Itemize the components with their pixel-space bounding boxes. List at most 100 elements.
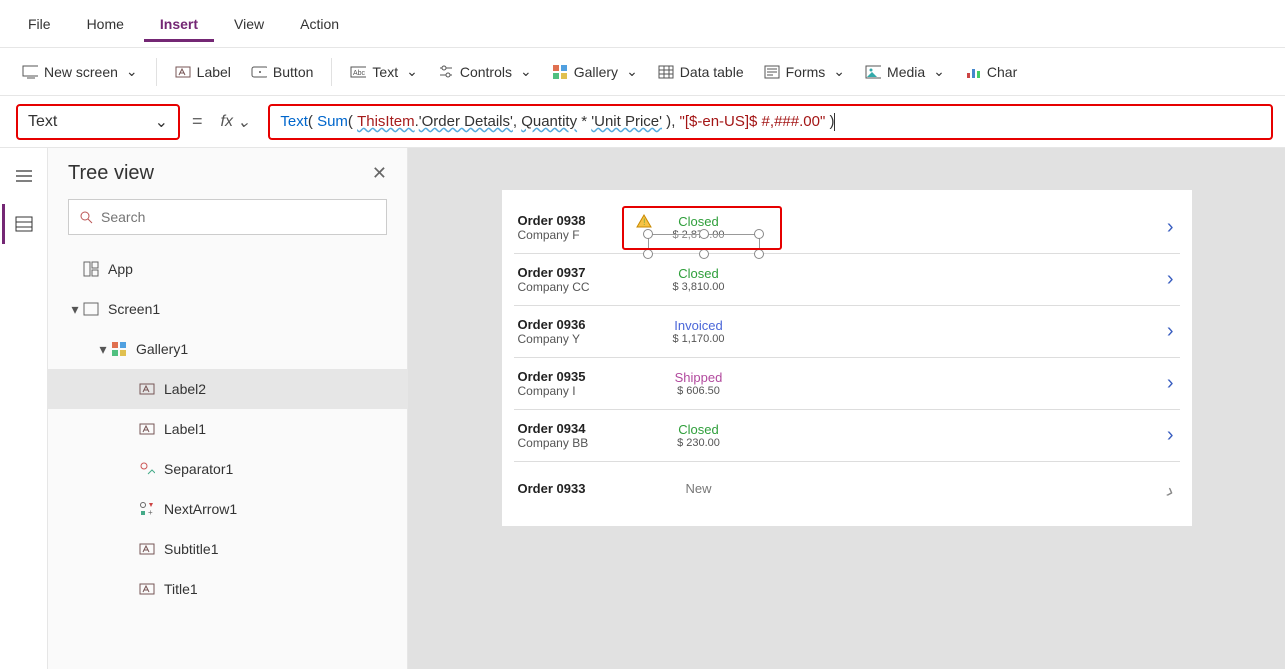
tree-node-label: Separator1 xyxy=(164,461,233,477)
order-amount: $ 3,810.00 xyxy=(634,281,764,293)
screen-icon xyxy=(82,300,100,318)
button-label: Button xyxy=(273,64,313,80)
tree: App ▾Screen1▾Gallery1 Label2 Label1 Separato… xyxy=(48,245,407,613)
next-arrow-icon[interactable]: › xyxy=(1137,470,1182,505)
tree-node-app[interactable]: App xyxy=(48,249,407,289)
tab-file[interactable]: File xyxy=(12,6,67,42)
charts-icon xyxy=(965,64,981,80)
button-button[interactable]: Button xyxy=(241,58,323,86)
gallery-row[interactable]: Order 0936Company YInvoiced$ 1,170.00› xyxy=(514,306,1180,358)
tab-insert[interactable]: Insert xyxy=(144,6,214,42)
left-rail xyxy=(0,148,48,669)
canvas[interactable]: Order 0938Company FClosed$ 2,870.00!›Ord… xyxy=(408,148,1285,669)
chevron-down-icon: ⌄ xyxy=(406,63,418,80)
next-arrow-icon[interactable]: › xyxy=(1140,424,1180,447)
order-status: Shipped xyxy=(634,370,764,385)
screen-icon xyxy=(22,64,38,80)
order-amount: $ 606.50 xyxy=(634,385,764,397)
order-company: Company CC xyxy=(518,280,634,294)
next-arrow-icon[interactable]: › xyxy=(1140,268,1180,291)
tree-node-label1[interactable]: Label1 xyxy=(48,409,407,449)
search-input[interactable] xyxy=(101,209,376,225)
button-icon xyxy=(251,64,267,80)
tree-node-gallery1[interactable]: ▾Gallery1 xyxy=(48,329,407,369)
tree-node-title1[interactable]: Title1 xyxy=(48,569,407,609)
svg-text:Abc: Abc xyxy=(353,70,366,77)
data-table-button[interactable]: Data table xyxy=(648,58,754,86)
new-screen-button[interactable]: New screen ⌄ xyxy=(12,57,148,86)
tree-node-nextarrow1[interactable]: +NextArrow1 xyxy=(48,489,407,529)
separator-icon xyxy=(138,460,156,478)
tree-node-label: Label1 xyxy=(164,421,206,437)
order-title: Order 0934 xyxy=(518,421,634,436)
text-button[interactable]: Abc Text ⌄ xyxy=(340,57,427,86)
tree-node-subtitle1[interactable]: Subtitle1 xyxy=(48,529,407,569)
equals-sign: = xyxy=(192,111,203,132)
gallery-label: Gallery xyxy=(574,64,618,80)
next-arrow-icon[interactable]: › xyxy=(1140,372,1180,395)
gallery-row[interactable]: Order 0934Company BBClosed$ 230.00› xyxy=(514,410,1180,462)
tab-action[interactable]: Action xyxy=(284,6,355,42)
controls-button[interactable]: Controls ⌄ xyxy=(428,57,542,86)
svg-text:!: ! xyxy=(643,217,646,227)
charts-button[interactable]: Char xyxy=(955,58,1027,86)
formula-input[interactable]: Text( Sum( ThisItem.'Order Details', Qua… xyxy=(268,104,1273,140)
charts-label: Char xyxy=(987,64,1017,80)
chevron-down-icon: ⌄ xyxy=(126,63,138,80)
gallery-row[interactable]: Order 0935Company IShipped$ 606.50› xyxy=(514,358,1180,410)
label-label: Label xyxy=(197,64,231,80)
order-company: Company Y xyxy=(518,332,634,346)
gallery-row[interactable]: Order 0937Company CCClosed$ 3,810.00› xyxy=(514,254,1180,306)
tree-view-button[interactable] xyxy=(2,204,42,244)
fx-dropdown[interactable]: fx ⌄ xyxy=(215,108,257,136)
tree-panel: Tree view ✕ App ▾Screen1▾Gallery1 Label2 La… xyxy=(48,148,408,669)
next-arrow-icon[interactable]: › xyxy=(1140,216,1180,239)
tree-header: Tree view ✕ xyxy=(48,148,407,199)
media-icon xyxy=(865,64,881,80)
order-title: Order 0936 xyxy=(518,317,634,332)
hamburger-button[interactable] xyxy=(4,156,44,196)
app-icon xyxy=(82,260,100,278)
media-label: Media xyxy=(887,64,925,80)
tab-view[interactable]: View xyxy=(218,6,280,42)
close-icon[interactable]: ✕ xyxy=(372,163,387,184)
media-button[interactable]: Media ⌄ xyxy=(855,57,955,86)
order-status: Closed xyxy=(634,214,764,229)
data-table-label: Data table xyxy=(680,64,744,80)
new-screen-label: New screen xyxy=(44,64,118,80)
label-icon xyxy=(175,64,191,80)
order-title: Order 0938 xyxy=(518,213,634,228)
next-arrow-icon[interactable]: › xyxy=(1140,320,1180,343)
tree-title: Tree view xyxy=(68,162,154,185)
gallery-button[interactable]: Gallery ⌄ xyxy=(542,57,648,86)
gallery-row[interactable]: Order 0938Company FClosed$ 2,870.00!› xyxy=(514,202,1180,254)
tree-node-screen1[interactable]: ▾Screen1 xyxy=(48,289,407,329)
order-status: Closed xyxy=(634,422,764,437)
search-icon xyxy=(79,210,93,224)
chevron-down-icon: ⌄ xyxy=(237,112,250,132)
order-company: Company F xyxy=(518,228,634,242)
tree-node-label: Gallery1 xyxy=(136,341,188,357)
warning-icon: ! xyxy=(636,214,652,228)
label-button[interactable]: Label xyxy=(165,58,241,86)
tree-node-label: App xyxy=(108,261,133,277)
property-dropdown[interactable]: Text ⌄ xyxy=(16,104,180,140)
gallery-row[interactable]: Order 0933New› xyxy=(514,462,1180,514)
search-box[interactable] xyxy=(68,199,387,235)
forms-label: Forms xyxy=(786,64,826,80)
formulabar: Text ⌄ = fx ⌄ Text( Sum( ThisItem.'Order… xyxy=(0,96,1285,148)
chevron-down-icon: ⌄ xyxy=(933,63,945,80)
separator xyxy=(331,58,332,86)
tree-node-label: Label2 xyxy=(164,381,206,397)
label-icon xyxy=(138,420,156,438)
fx-icon: fx xyxy=(221,113,233,131)
property-value: Text xyxy=(28,113,57,131)
tab-home[interactable]: Home xyxy=(71,6,140,42)
text-icon: Abc xyxy=(350,64,366,80)
order-title: Order 0937 xyxy=(518,265,634,280)
toolbar: New screen ⌄ Label Button Abc Text ⌄ Con… xyxy=(0,48,1285,96)
tree-node-separator1[interactable]: Separator1 xyxy=(48,449,407,489)
tree-node-label2[interactable]: Label2 xyxy=(48,369,407,409)
menubar: File Home Insert View Action xyxy=(0,0,1285,48)
forms-button[interactable]: Forms ⌄ xyxy=(754,57,855,86)
